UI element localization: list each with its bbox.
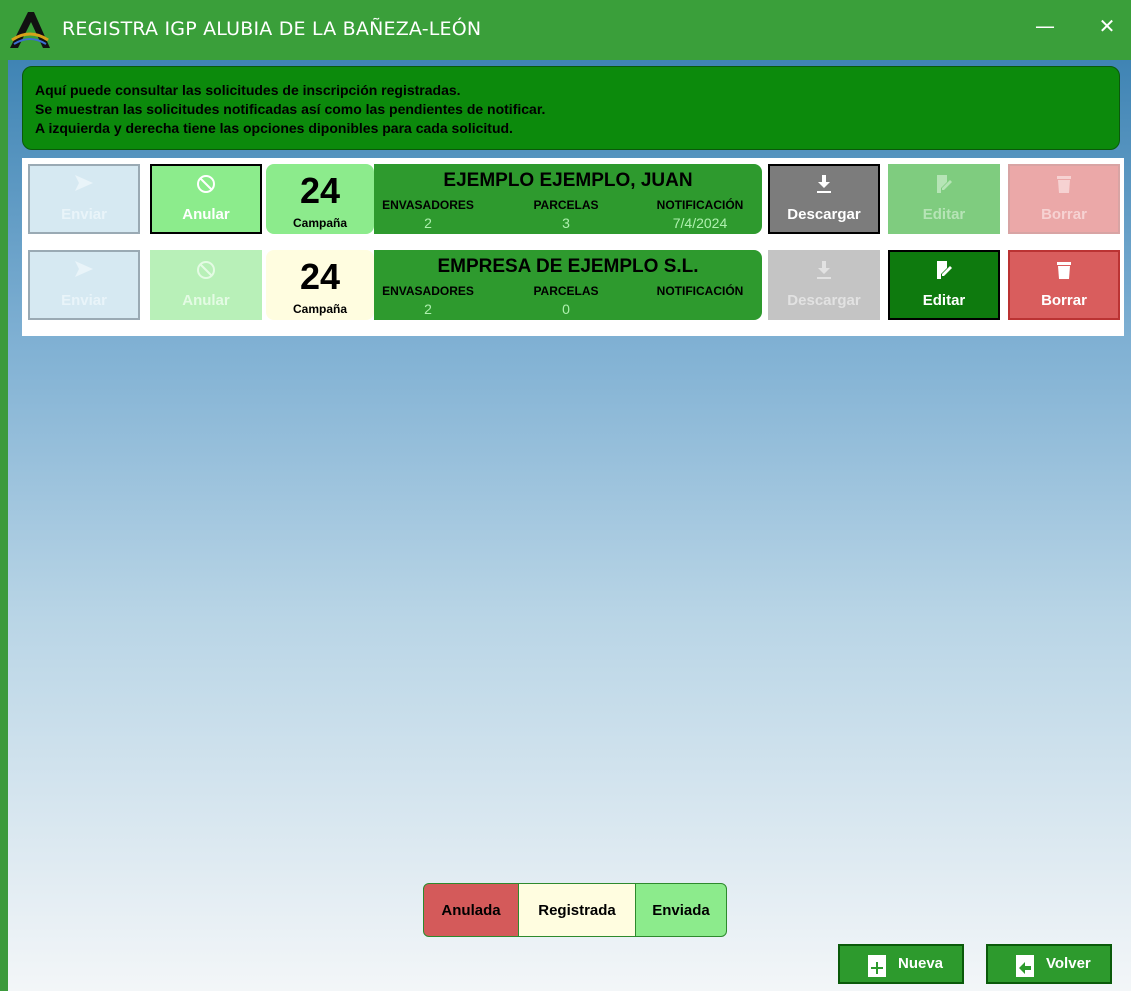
- back-button[interactable]: Volver: [986, 944, 1112, 984]
- cancel-button[interactable]: Anular: [150, 164, 262, 234]
- arrow-left-icon: [1016, 955, 1034, 977]
- campaign-badge: 24 Campaña: [266, 250, 374, 320]
- cancel-button[interactable]: Anular: [150, 250, 262, 320]
- edit-button[interactable]: Editar: [888, 250, 1000, 320]
- application-card[interactable]: EMPRESA DE EJEMPLO S.L. ENVASADORES 2 PAR…: [374, 250, 762, 320]
- plus-icon: [868, 955, 886, 977]
- edit-icon: [890, 166, 998, 196]
- info-line: Se muestran las solicitudes notificadas …: [35, 101, 546, 117]
- app-logo: [10, 12, 50, 48]
- send-icon: [30, 252, 138, 282]
- application-list: Enviar Anular 24 Campaña EJEMPLO EJEMPLO…: [22, 158, 1124, 336]
- ban-icon: [152, 166, 260, 196]
- trash-icon: [1010, 166, 1118, 196]
- new-button[interactable]: Nueva: [838, 944, 964, 984]
- download-icon: [770, 166, 878, 196]
- download-button[interactable]: Descargar: [768, 250, 880, 320]
- edit-icon: [890, 252, 998, 282]
- info-line: A izquierda y derecha tiene las opciones…: [35, 120, 513, 136]
- trash-icon: [1010, 252, 1118, 282]
- envasadores-value: 2: [424, 301, 432, 317]
- ban-icon: [152, 252, 260, 282]
- edit-button[interactable]: Editar: [888, 164, 1000, 234]
- parcelas-value: 3: [562, 215, 570, 231]
- info-panel: Aquí puede consultar las solicitudes de …: [22, 66, 1120, 150]
- notification-date: 7/4/2024: [672, 215, 728, 231]
- delete-button[interactable]: Borrar: [1008, 250, 1120, 320]
- list-item: Enviar Anular 24 Campaña EJEMPLO EJEMPLO…: [22, 158, 1124, 238]
- download-button[interactable]: Descargar: [768, 164, 880, 234]
- legend-registrada: Registrada: [519, 883, 635, 937]
- legend-enviada: Enviada: [635, 883, 727, 937]
- info-line: Aquí puede consultar las solicitudes de …: [35, 82, 461, 98]
- legend-anulada: Anulada: [423, 883, 519, 937]
- minimize-button[interactable]: —: [1030, 14, 1060, 38]
- application-card[interactable]: EJEMPLO EJEMPLO, JUAN ENVASADORES 2 PARCE…: [374, 164, 762, 234]
- window-title: REGISTRA IGP ALUBIA DE LA BAÑEZA-LEÓN: [62, 18, 482, 40]
- delete-button[interactable]: Borrar: [1008, 164, 1120, 234]
- send-button[interactable]: Enviar: [28, 250, 140, 320]
- applicant-name: EJEMPLO EJEMPLO, JUAN: [443, 170, 693, 191]
- close-button[interactable]: ✕: [1092, 14, 1122, 38]
- send-button[interactable]: Enviar: [28, 164, 140, 234]
- list-item: Enviar Anular 24 Campaña EMPRESA DE EJEM…: [22, 244, 1124, 324]
- campaign-badge: 24 Campaña: [266, 164, 374, 234]
- parcelas-value: 0: [562, 301, 570, 317]
- send-icon: [30, 166, 138, 196]
- title-bar: REGISTRA IGP ALUBIA DE LA BAÑEZA-LEÓN — …: [0, 0, 1131, 60]
- envasadores-value: 2: [424, 215, 432, 231]
- applicant-name: EMPRESA DE EJEMPLO S.L.: [437, 256, 699, 277]
- download-icon: [770, 252, 878, 282]
- main-area: Aquí puede consultar las solicitudes de …: [8, 60, 1131, 991]
